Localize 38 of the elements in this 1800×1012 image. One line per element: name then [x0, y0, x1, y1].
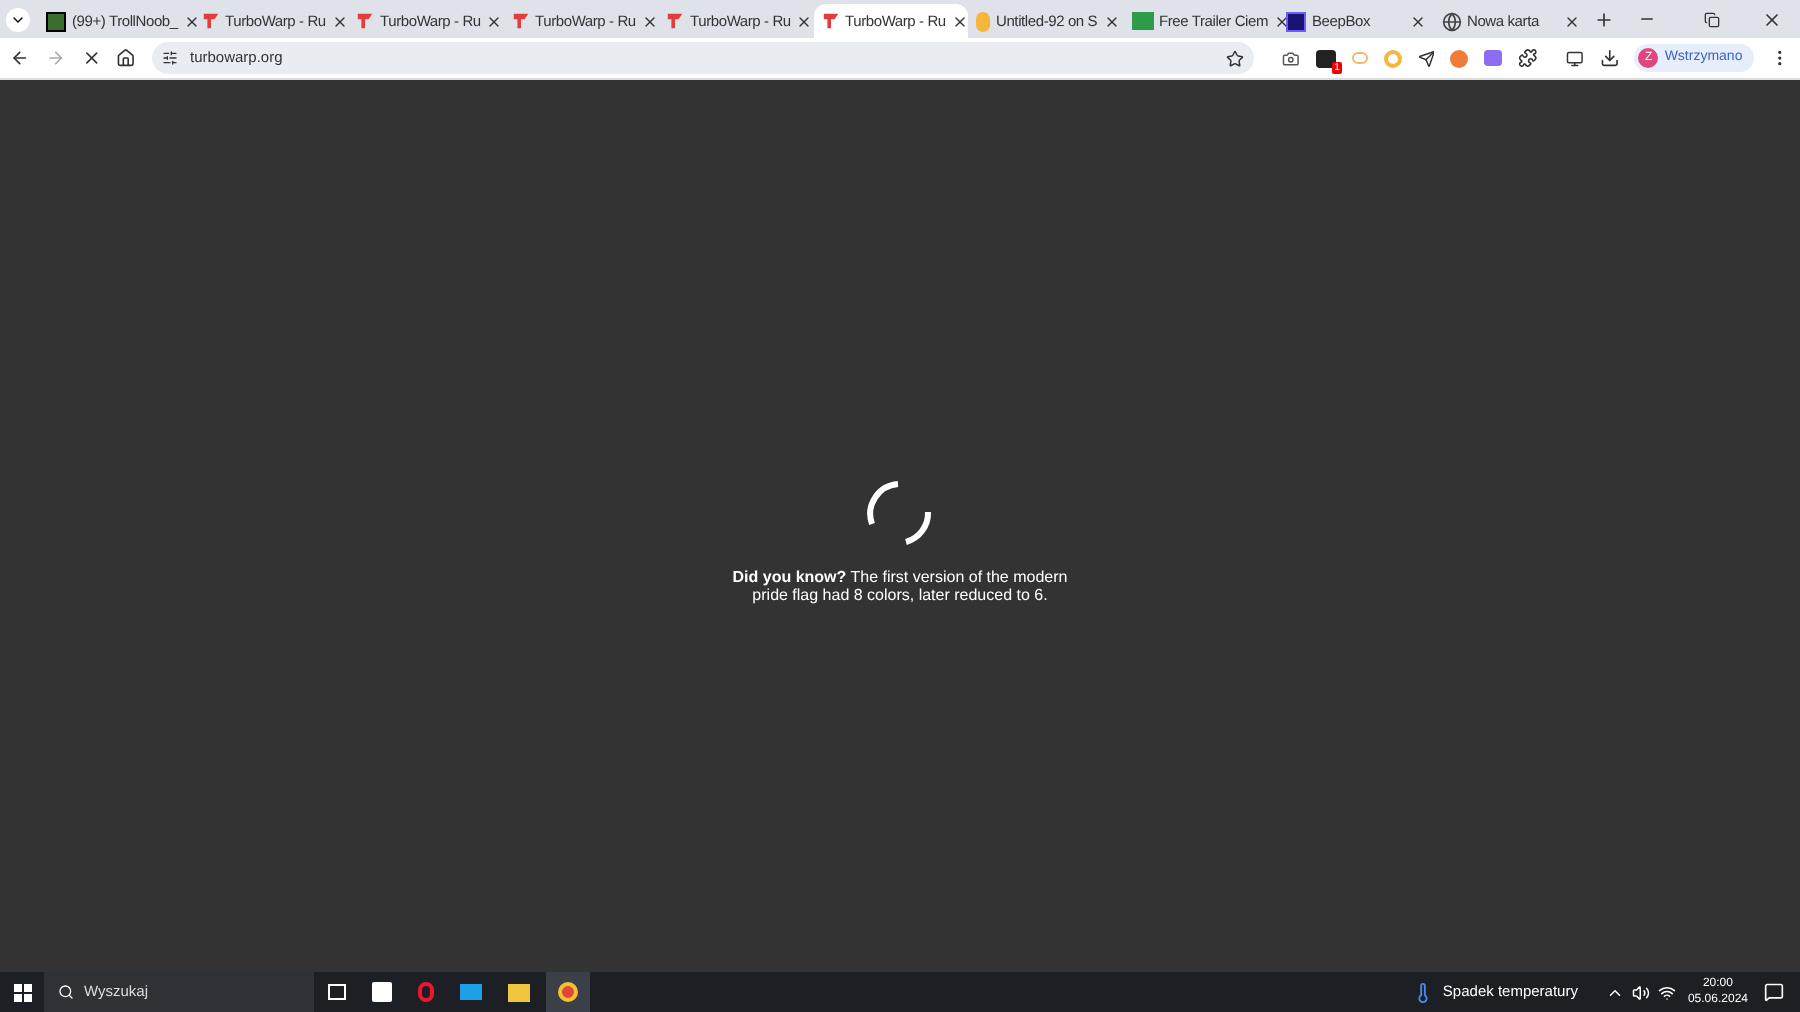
task-view-icon[interactable] — [328, 984, 346, 1000]
close-icon[interactable] — [951, 13, 968, 29]
home-icon[interactable] — [116, 48, 136, 68]
close-icon[interactable] — [1564, 13, 1580, 29]
tab-search-button[interactable] — [6, 7, 30, 31]
close-icon[interactable] — [331, 13, 348, 29]
extensions-icon[interactable] — [1518, 48, 1538, 68]
close-icon[interactable] — [183, 13, 200, 29]
volume-icon[interactable] — [1631, 983, 1650, 1001]
close-icon[interactable] — [796, 13, 813, 29]
flag-icon — [666, 12, 684, 30]
site-settings-icon[interactable] — [162, 50, 178, 66]
windows-icon — [13, 983, 31, 1001]
flag-icon — [511, 12, 529, 30]
notifications-icon[interactable] — [1764, 982, 1784, 1002]
close-icon[interactable] — [1103, 13, 1120, 29]
close-icon[interactable] — [1762, 9, 1782, 29]
did-you-know-text: Did you know? The first version of the modern pride flag had 8 colors, later reduced to 6. — [730, 568, 1070, 604]
network-icon[interactable] — [1657, 983, 1676, 1001]
opera-icon[interactable] — [418, 982, 434, 1002]
stop-icon[interactable] — [81, 48, 101, 68]
search-icon — [58, 984, 74, 1000]
globe-icon — [1441, 11, 1461, 31]
close-icon[interactable] — [1409, 13, 1425, 29]
restore-icon[interactable] — [1704, 11, 1720, 27]
send-icon[interactable] — [1417, 49, 1435, 67]
flag-icon — [201, 12, 219, 30]
square-icon — [1286, 11, 1306, 31]
back-icon[interactable] — [10, 48, 30, 68]
bookmark-icon[interactable] — [1226, 49, 1245, 67]
flag-icon — [821, 12, 839, 30]
download-icon[interactable] — [1599, 48, 1619, 68]
circle-extension-icon[interactable] — [1450, 49, 1469, 67]
close-icon[interactable] — [641, 13, 658, 29]
flag-icon — [356, 12, 374, 30]
camera-icon[interactable] — [1282, 49, 1301, 67]
close-icon[interactable] — [486, 13, 503, 29]
new-tab-icon[interactable] — [1594, 9, 1614, 29]
